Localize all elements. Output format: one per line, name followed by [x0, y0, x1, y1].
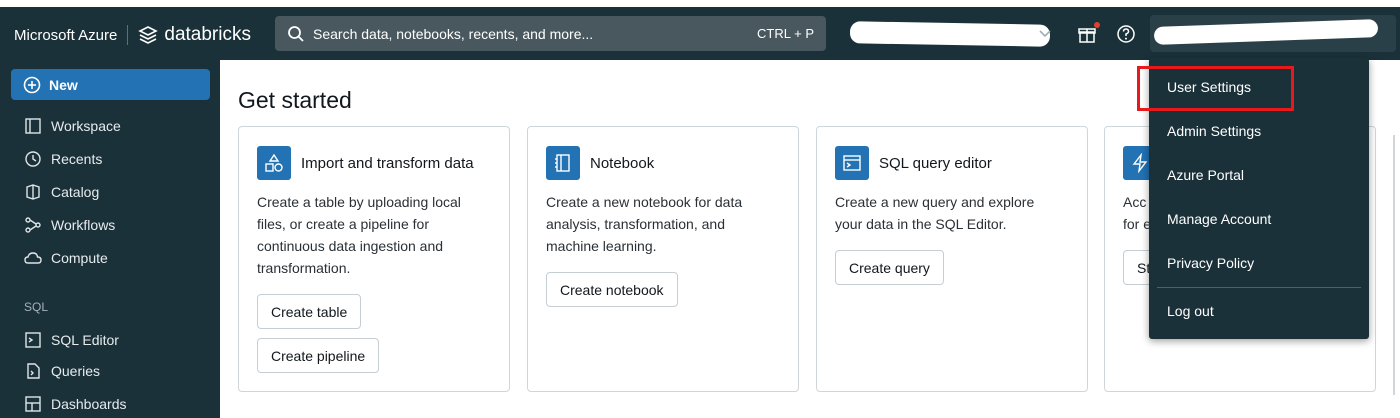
- plus-circle-icon: [23, 76, 41, 93]
- help-icon[interactable]: [1116, 24, 1136, 44]
- cloud-icon: [24, 252, 42, 264]
- create-query-button[interactable]: Create query: [835, 250, 944, 285]
- queries-icon: [27, 363, 40, 379]
- new-button[interactable]: New: [11, 69, 210, 100]
- shapes-icon: [257, 146, 291, 180]
- notebook-icon: [546, 146, 580, 180]
- redacted-user-name: [1153, 19, 1379, 45]
- menu-item-admin-settings[interactable]: Admin Settings: [1167, 123, 1261, 139]
- card-sql-query-editor: SQL query editor Create a new query and …: [816, 126, 1088, 392]
- clock-icon: [25, 151, 41, 167]
- sidebar-item-label: Dashboards: [51, 396, 127, 412]
- sidebar-item-label: Queries: [51, 363, 101, 379]
- card-header: SQL query editor: [835, 146, 992, 180]
- page-title: Get started: [238, 87, 352, 113]
- search-bar[interactable]: Search data, notebooks, recents, and mor…: [275, 16, 826, 51]
- sidebar-item-compute[interactable]: Compute: [24, 246, 108, 270]
- search-shortcut: CTRL + P: [757, 26, 814, 41]
- menu-item-azure-portal[interactable]: Azure Portal: [1167, 167, 1244, 183]
- sidebar-item-workflows[interactable]: Workflows: [24, 213, 115, 237]
- top-navbar: Microsoft Azure databricks Search data, …: [0, 7, 1400, 60]
- sidebar-item-label: Compute: [51, 250, 108, 266]
- annotation-highlight-box: [1137, 66, 1294, 111]
- sidebar-item-workspace[interactable]: Workspace: [24, 114, 121, 138]
- card-header: Notebook: [546, 146, 654, 180]
- top-strip: [0, 0, 1400, 7]
- sidebar: New Workspace Recents Catalog Workflows …: [0, 60, 220, 418]
- card-description: Create a new notebook for data analysis,…: [546, 194, 743, 254]
- sidebar-item-recents[interactable]: Recents: [24, 147, 102, 171]
- notification-dot: [1094, 22, 1100, 28]
- sidebar-item-label: Catalog: [51, 184, 100, 200]
- sidebar-item-label: Workspace: [51, 118, 121, 134]
- menu-divider: [1157, 287, 1361, 288]
- gift-icon[interactable]: [1077, 22, 1100, 44]
- catalog-icon: [26, 184, 40, 200]
- sidebar-item-dashboards[interactable]: Dashboards: [24, 392, 127, 416]
- databricks-stack-icon: [138, 26, 159, 44]
- sidebar-item-label: SQL Editor: [51, 332, 119, 348]
- sidebar-item-sql-editor[interactable]: SQL Editor: [24, 328, 119, 352]
- search-icon: [288, 25, 304, 42]
- card-title: SQL query editor: [879, 154, 992, 172]
- new-button-label: New: [49, 76, 78, 93]
- menu-item-log-out[interactable]: Log out: [1167, 303, 1214, 319]
- create-table-button[interactable]: Create table: [257, 294, 362, 329]
- user-menu-trigger[interactable]: [1150, 15, 1396, 52]
- workflows-icon: [25, 217, 41, 233]
- sql-editor-icon: [835, 146, 869, 180]
- create-pipeline-button[interactable]: Create pipeline: [257, 338, 380, 373]
- create-notebook-button[interactable]: Create notebook: [546, 272, 678, 307]
- brand-databricks: databricks: [164, 24, 251, 45]
- search-placeholder: Search data, notebooks, recents, and mor…: [313, 25, 594, 42]
- brand-azure: Microsoft Azure: [14, 26, 118, 44]
- sidebar-item-queries[interactable]: Queries: [24, 359, 100, 383]
- menu-item-privacy-policy[interactable]: Privacy Policy: [1167, 255, 1254, 271]
- workspace-icon: [25, 118, 41, 134]
- databricks-logo: databricks: [138, 24, 251, 46]
- chevron-down-icon: [1039, 30, 1051, 38]
- sql-editor-icon: [25, 332, 41, 348]
- menu-item-manage-account[interactable]: Manage Account: [1167, 211, 1271, 227]
- card-description: Create a table by uploading local files,…: [257, 194, 461, 276]
- card-title: Import and transform data: [301, 154, 474, 172]
- card-notebook: Notebook Create a new notebook for data …: [527, 126, 799, 392]
- brand[interactable]: Microsoft Azure databricks: [14, 24, 251, 46]
- card-title: Notebook: [590, 154, 655, 172]
- brand-separator: [127, 25, 129, 45]
- card-description: Create a new query and explore your data…: [835, 194, 1035, 232]
- redacted-workspace-name: [849, 21, 1051, 47]
- sidebar-section-sql: SQL: [24, 300, 49, 314]
- card-import-transform: Import and transform data Create a table…: [238, 126, 510, 392]
- sidebar-item-label: Workflows: [51, 217, 116, 233]
- page-scrollbar[interactable]: [1393, 135, 1395, 395]
- dashboards-icon: [25, 396, 41, 412]
- sidebar-item-catalog[interactable]: Catalog: [24, 180, 99, 204]
- sidebar-item-label: Recents: [51, 151, 103, 167]
- card-header: Import and transform data: [257, 146, 474, 180]
